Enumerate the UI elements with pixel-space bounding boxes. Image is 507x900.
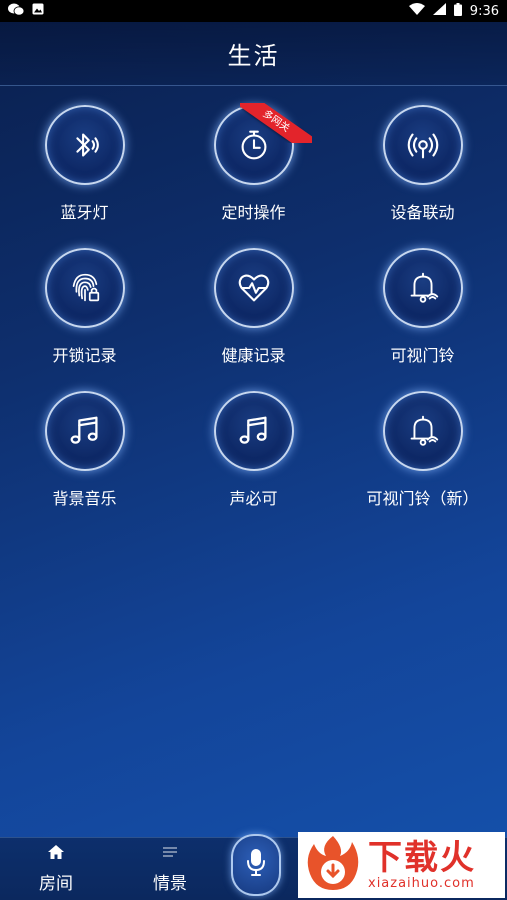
watermark-main: 下载火 — [368, 837, 476, 878]
tile-label: 设备联动 — [390, 203, 455, 222]
tile-label: 背景音乐 — [52, 489, 117, 508]
watermark-sub: xiazaihuo.com — [368, 875, 475, 891]
tile-label: 可视门铃（新） — [366, 489, 479, 508]
doorbell-icon — [382, 391, 463, 471]
doorbell-icon — [382, 248, 463, 328]
heart-pulse-icon — [213, 248, 294, 328]
music-note-icon — [44, 391, 125, 471]
tile-video-doorbell-new[interactable]: 可视门铃（新） — [338, 391, 507, 534]
tab-label: 房间 — [39, 874, 73, 894]
tab-rooms[interactable]: 房间 — [16, 844, 96, 894]
microphone-button[interactable] — [231, 834, 281, 896]
battery-icon — [453, 2, 462, 20]
tile-label: 定时操作 — [221, 203, 286, 222]
feature-grid: 蓝牙灯 多网关 定时操作 设备联动 开锁记录 健康记录 可视门铃 背景音乐 声必… — [0, 103, 507, 534]
tile-label: 健康记录 — [221, 346, 286, 365]
flame-logo-icon — [304, 834, 362, 896]
music-note-icon — [213, 391, 294, 471]
signal-icon — [432, 3, 446, 19]
tile-health-records[interactable]: 健康记录 — [169, 248, 338, 391]
wifi-icon — [408, 3, 425, 19]
tile-timer[interactable]: 多网关 定时操作 — [169, 103, 338, 248]
watermark-logo: 下载火 xiazaihuo.com — [298, 832, 505, 898]
tile-unlock-records[interactable]: 开锁记录 — [0, 248, 169, 391]
tile-label: 开锁记录 — [52, 346, 117, 365]
gallery-icon — [32, 3, 44, 19]
tile-video-doorbell[interactable]: 可视门铃 — [338, 248, 507, 391]
status-bar: 9:36 — [0, 0, 507, 22]
header-bar: 生活 — [0, 22, 507, 86]
badge-label: 多网关 — [239, 103, 312, 143]
tab-scenes[interactable]: 情景 — [130, 844, 210, 894]
list-icon — [162, 844, 178, 863]
wechat-icon — [8, 3, 25, 20]
tile-shengbike[interactable]: 声必可 — [169, 391, 338, 534]
tile-label: 蓝牙灯 — [60, 203, 109, 222]
linkage-icon — [382, 105, 463, 185]
badge-ribbon: 多网关 — [239, 103, 312, 143]
status-time: 9:36 — [469, 3, 499, 19]
page-title: 生活 — [227, 42, 280, 70]
fingerprint-lock-icon — [44, 248, 125, 328]
tile-label: 声必可 — [229, 489, 278, 508]
tile-background-music[interactable]: 背景音乐 — [0, 391, 169, 534]
status-right: 9:36 — [408, 2, 499, 20]
microphone-icon — [245, 848, 267, 882]
bluetooth-icon — [44, 105, 125, 185]
tile-label: 可视门铃 — [390, 346, 455, 365]
tile-bluetooth-light[interactable]: 蓝牙灯 — [0, 105, 169, 248]
status-left — [8, 3, 44, 20]
home-icon — [48, 844, 64, 863]
tile-device-linkage[interactable]: 设备联动 — [338, 105, 507, 248]
tab-label: 情景 — [153, 874, 187, 894]
